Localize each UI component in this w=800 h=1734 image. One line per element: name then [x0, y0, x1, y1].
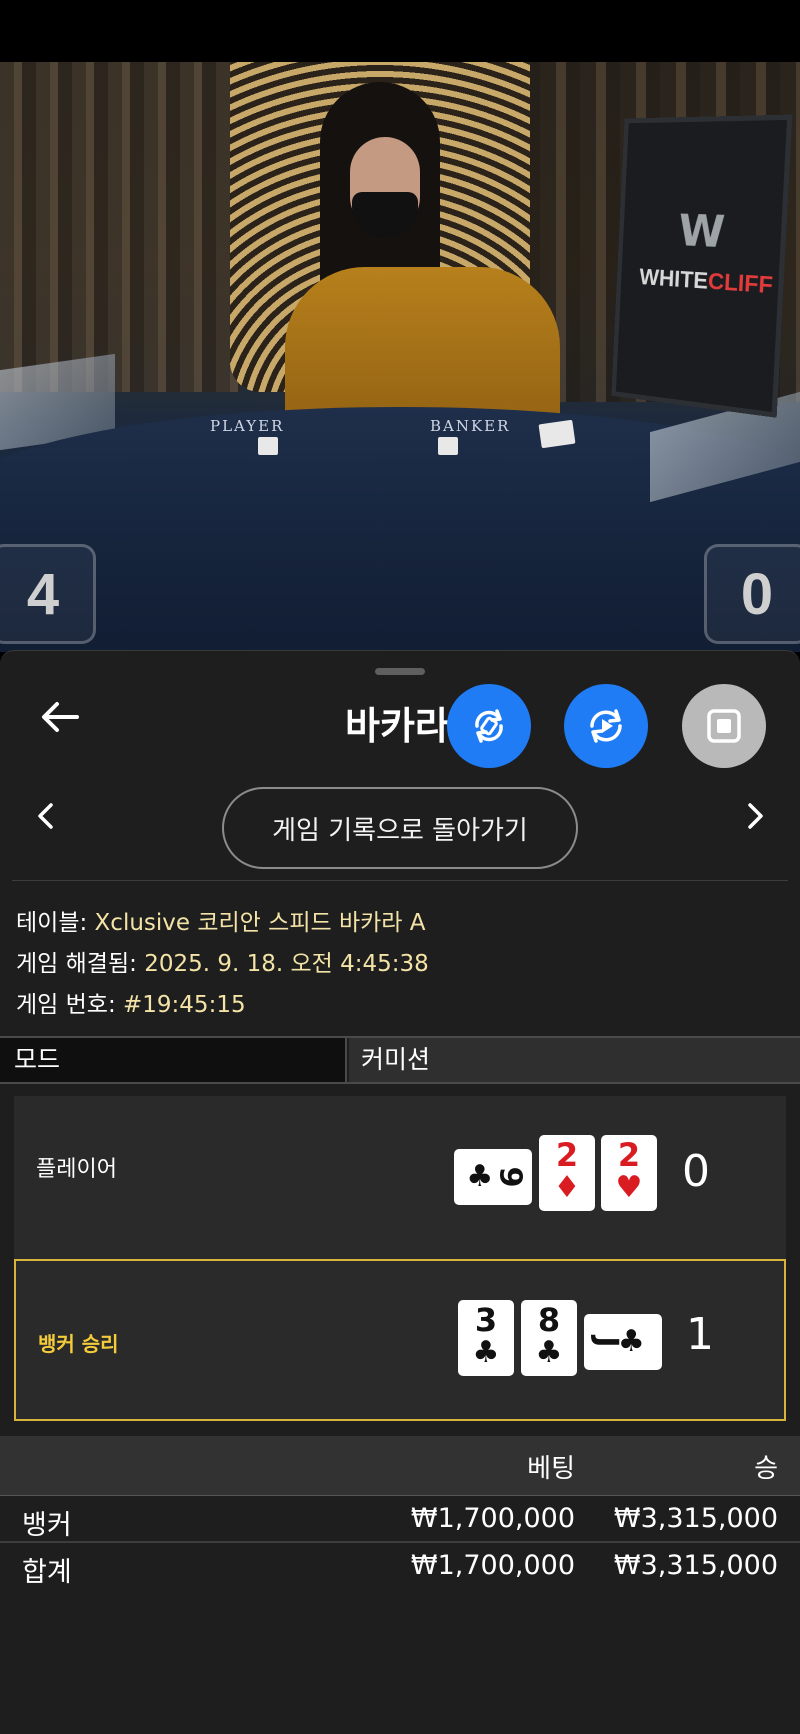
back-to-history-button[interactable]: 게임 기록으로 돌아가기: [222, 787, 578, 869]
player-hand-row: 플레이어 ♣ 9 2 ♦ 2 ♥ 0: [14, 1096, 786, 1258]
total-bet-amount: ₩1,700,000: [410, 1550, 575, 1581]
banker-win-label: 뱅커 승리: [38, 1332, 119, 1356]
table-card: [438, 437, 458, 455]
mode-value: 커미션: [349, 1038, 800, 1082]
status-bar: [0, 0, 800, 62]
total-win-amount: ₩3,315,000: [613, 1550, 778, 1581]
resolved-info-label: 게임 해결됨:: [16, 951, 137, 977]
brand-wordmark-red: CLIFF: [707, 267, 774, 299]
card-suit: ♦: [553, 1170, 581, 1205]
card-suit: ♣: [535, 1335, 563, 1370]
player-hand-score: 0: [682, 1146, 710, 1197]
banker-hand-row: 뱅커 승리 3 ♣ 8 ♣ J ♣ 1: [14, 1259, 786, 1421]
back-button[interactable]: [36, 693, 84, 741]
bet-column-header: 베팅: [527, 1454, 575, 1484]
live-video-stream: PLAYER BANKER W WHITECLIFF 4 0: [0, 62, 800, 652]
mode-label: 모드: [0, 1038, 347, 1082]
table-card: [538, 419, 576, 449]
banker-card-3: J ♣: [584, 1314, 662, 1370]
drag-handle[interactable]: [375, 668, 425, 675]
resolved-info: 게임 해결됨: 2025. 9. 18. 오전 4:45:38: [16, 944, 429, 978]
bet-amount: ₩1,700,000: [410, 1503, 575, 1534]
banker-hand-score: 1: [686, 1309, 714, 1360]
table-card: [258, 437, 278, 455]
round-result: 플레이어 ♣ 9 2 ♦ 2 ♥ 0 뱅커 승리 3 ♣ 8 ♣ J ♣ 1: [14, 1096, 786, 1421]
game-number-info: 게임 번호: #19:45:15: [16, 985, 246, 1019]
bet-row-banker: 뱅커 ₩1,700,000 ₩3,315,000: [0, 1497, 800, 1543]
card-rank: 9: [492, 1166, 528, 1188]
bet-name: 뱅커: [22, 1510, 72, 1541]
resolved-info-value: 2025. 9. 18. 오전 4:45:38: [144, 951, 429, 977]
felt-label-player: PLAYER: [210, 417, 285, 435]
total-label: 합계: [22, 1557, 72, 1588]
card-rank: 8: [537, 1301, 561, 1339]
banker-card-1: 3 ♣: [458, 1300, 514, 1376]
player-card-2: 2 ♦: [539, 1135, 595, 1211]
felt-label-banker: BANKER: [430, 417, 511, 435]
arrow-left-icon: [42, 702, 79, 732]
minimize-button[interactable]: [682, 684, 766, 768]
player-score-display: 4: [0, 544, 96, 644]
square-stop-icon: [707, 709, 741, 743]
table-info-label: 테이블:: [16, 910, 88, 936]
chevron-right-icon: [748, 803, 763, 829]
chevron-left-icon: [38, 803, 53, 829]
divider: [12, 880, 788, 881]
brand-logo-mark: W: [677, 205, 727, 259]
banker-card-2: 8 ♣: [521, 1300, 577, 1376]
brand-wordmark: WHITECLIFF: [630, 263, 785, 300]
bet-row-total: 합계 ₩1,700,000 ₩3,315,000: [0, 1544, 800, 1590]
replay-icon: [590, 709, 622, 743]
rotate-icon: [475, 709, 503, 743]
card-suit: ♥: [615, 1170, 643, 1205]
card-rank: 2: [555, 1136, 579, 1174]
game-number-label: 게임 번호:: [16, 992, 116, 1018]
page-title: 바카라: [345, 704, 450, 748]
game-number-value: #19:45:15: [123, 992, 246, 1018]
game-detail-panel: 바카라 게임 기록으로 돌아가기 테이블: Xclusive 코리안 스피드 바…: [0, 650, 800, 1734]
curtain-left: [0, 62, 240, 392]
player-card-3: 2 ♥: [601, 1135, 657, 1211]
win-amount: ₩3,315,000: [613, 1503, 778, 1534]
replay-button[interactable]: [564, 684, 648, 768]
bet-table-header: 베팅 승: [0, 1436, 800, 1496]
table-info: 테이블: Xclusive 코리안 스피드 바카라 A: [16, 903, 425, 937]
brand-wordmark-white: WHITE: [638, 263, 709, 294]
card-suit: ♣: [472, 1335, 500, 1370]
player-card-1: ♣ 9: [454, 1149, 532, 1205]
win-column-header: 승: [754, 1454, 778, 1484]
card-rank: 2: [617, 1136, 641, 1174]
table-info-value: Xclusive 코리안 스피드 바카라 A: [94, 910, 426, 936]
card-rank: 3: [474, 1301, 498, 1339]
mode-row: 모드 커미션: [0, 1036, 800, 1084]
rotate-screen-button[interactable]: [447, 684, 531, 768]
player-hand-label: 플레이어: [36, 1157, 117, 1182]
card-rank: J: [589, 1336, 625, 1348]
next-game-button[interactable]: [741, 801, 771, 831]
brand-sign: W WHITECLIFF: [611, 114, 793, 418]
previous-game-button[interactable]: [30, 801, 60, 831]
banker-score-display: 0: [704, 544, 800, 644]
